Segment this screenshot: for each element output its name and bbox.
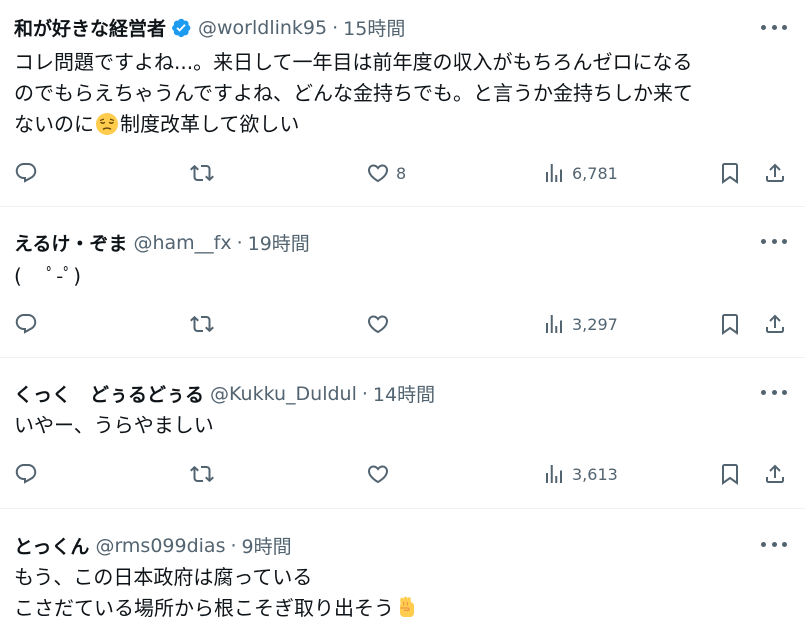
tweet-text-fragment: ないのに: [14, 112, 94, 136]
view-count: 3,297: [572, 314, 618, 334]
author-name[interactable]: 和が好きな経営者: [14, 14, 166, 41]
share-icon: [766, 314, 784, 333]
timestamp[interactable]: 9時間: [242, 532, 292, 559]
bookmark-icon: [722, 464, 738, 485]
tweet-text-line: いやー、うらやましい: [14, 413, 214, 437]
bookmark-button[interactable]: [718, 462, 742, 486]
tweet-header: えるけ・ぞま @ham__fx · 19時間: [14, 229, 310, 256]
reply-icon: [15, 464, 37, 484]
author-name[interactable]: とっくん: [14, 532, 89, 559]
share-button[interactable]: [763, 161, 787, 185]
heart-icon: [367, 164, 389, 183]
retweet-button[interactable]: [190, 462, 214, 486]
tweet[interactable]: くっく どぅるどぅる @Kukku_Duldul · 14時間 いやー、うらやま…: [0, 358, 805, 509]
views-button[interactable]: 3,297: [542, 312, 618, 336]
timestamp[interactable]: 15時間: [343, 14, 405, 41]
more-options-icon[interactable]: [761, 534, 787, 554]
tweet-text-line: コレ問題ですよね...。来日して一年目は前年度の収入がもちろんゼロになる: [14, 50, 693, 74]
separator-dot: ·: [361, 382, 368, 405]
separator-dot: ·: [230, 534, 237, 557]
view-count: 3,613: [572, 464, 618, 484]
tweet-text: コレ問題ですよね...。来日して一年目は前年度の収入がもちろんゼロになる のでも…: [14, 47, 693, 140]
separator-dot: ·: [236, 231, 243, 254]
verified-badge-icon: [170, 17, 192, 39]
tweet-text-line: ないのに 制度改革して欲しい: [14, 109, 693, 140]
tweet[interactable]: えるけ・ぞま @ham__fx · 19時間 ( ﾟ-ﾟ) 3,297: [0, 207, 805, 358]
retweet-icon: [190, 164, 214, 182]
view-count: 6,781: [572, 163, 618, 183]
share-button[interactable]: [763, 462, 787, 486]
share-icon: [766, 464, 784, 483]
views-chart-icon: [546, 164, 562, 182]
author-name[interactable]: くっく どぅるどぅる: [14, 380, 204, 407]
bookmark-icon: [722, 314, 738, 335]
separator-dot: ·: [332, 16, 339, 39]
retweet-icon: [190, 315, 214, 333]
more-options-icon[interactable]: [761, 17, 787, 37]
tweet-header: とっくん @rms099dias · 9時間: [14, 532, 292, 559]
retweet-icon: [190, 465, 214, 483]
share-button[interactable]: [763, 312, 787, 336]
tweet-text-line: こさだている場所から根こそぎ取り出そう: [14, 593, 420, 624]
pensive-face-icon: [95, 112, 119, 136]
tweet[interactable]: とっくん @rms099dias · 9時間 もう、この日本政府は腐っている こ…: [0, 509, 805, 631]
tweet-header: くっく どぅるどぅる @Kukku_Duldul · 14時間: [14, 380, 435, 407]
author-handle[interactable]: @Kukku_Duldul: [210, 383, 357, 405]
tweet-text-line: のでもらえちゃうんですよね、どんな金持ちでも。と言うか金持ちしか来て: [14, 81, 693, 105]
like-button[interactable]: 8: [366, 161, 406, 185]
tweet[interactable]: 和が好きな経営者 @worldlink95 · 15時間 コレ問題ですよね...…: [0, 0, 805, 207]
author-name[interactable]: えるけ・ぞま: [14, 229, 127, 256]
more-options-icon[interactable]: [761, 382, 787, 402]
views-button[interactable]: 3,613: [542, 462, 618, 486]
retweet-button[interactable]: [190, 161, 214, 185]
bookmark-button[interactable]: [718, 312, 742, 336]
reply-icon: [15, 163, 37, 183]
tweet-text: もう、この日本政府は腐っている こさだている場所から根こそぎ取り出そう: [14, 562, 420, 624]
tweet-header: 和が好きな経営者 @worldlink95 · 15時間: [14, 14, 405, 41]
views-chart-icon: [546, 465, 562, 483]
like-button[interactable]: [366, 462, 390, 486]
timestamp[interactable]: 14時間: [373, 380, 435, 407]
tweet-text-line: ( ﾟ-ﾟ): [14, 264, 82, 288]
bookmark-icon: [722, 163, 738, 184]
share-icon: [766, 163, 784, 182]
reply-button[interactable]: [14, 161, 38, 185]
author-handle[interactable]: @rms099dias: [95, 535, 225, 557]
more-options-icon[interactable]: [761, 231, 787, 251]
author-handle[interactable]: @worldlink95: [198, 17, 327, 39]
views-chart-icon: [546, 315, 562, 333]
heart-icon: [367, 315, 389, 334]
raised-fist-icon: [395, 596, 419, 620]
timestamp[interactable]: 19時間: [248, 229, 310, 256]
like-button[interactable]: [366, 312, 390, 336]
reply-icon: [15, 314, 37, 334]
like-count: 8: [396, 163, 407, 183]
tweet-text-line: もう、この日本政府は腐っている: [14, 565, 313, 589]
tweet-text-fragment: 制度改革して欲しい: [120, 112, 300, 136]
retweet-button[interactable]: [190, 312, 214, 336]
views-button[interactable]: 6,781: [542, 161, 618, 185]
tweet-text: ( ﾟ-ﾟ): [14, 261, 81, 292]
heart-icon: [367, 465, 389, 484]
author-handle[interactable]: @ham__fx: [133, 232, 231, 254]
tweet-text-fragment: こさだている場所から根こそぎ取り出そう: [14, 596, 394, 620]
reply-button[interactable]: [14, 312, 38, 336]
reply-button[interactable]: [14, 462, 38, 486]
bookmark-button[interactable]: [718, 161, 742, 185]
tweet-text: いやー、うらやましい: [14, 410, 214, 441]
